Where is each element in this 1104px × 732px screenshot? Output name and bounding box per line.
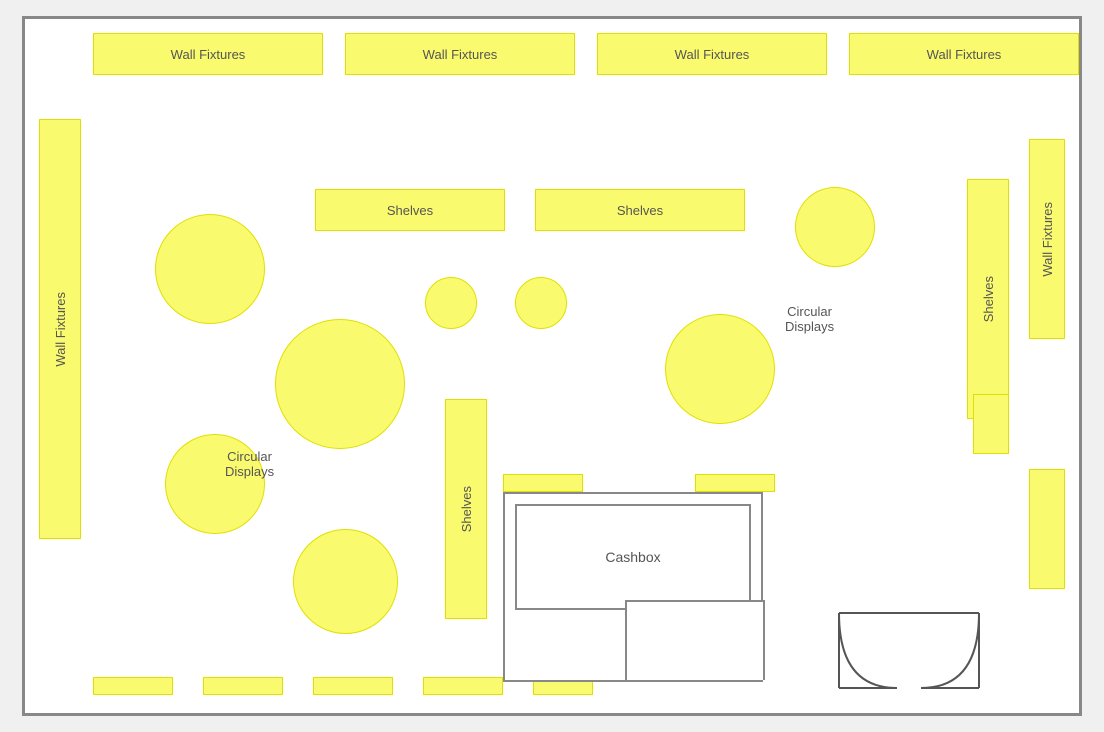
circular-display-4: [293, 529, 398, 634]
wall-fixture-right-bottom: [1029, 469, 1065, 589]
shelf-cashbox-right: [695, 474, 775, 492]
circular-displays-label-right: CircularDisplays: [785, 304, 834, 334]
wall-fixture-right-top: Wall Fixtures: [1029, 139, 1065, 339]
circular-display-8: [665, 314, 775, 424]
circular-displays-label-left: CircularDisplays: [225, 449, 274, 479]
wall-fixture-bottom-2: [203, 677, 283, 695]
shelf-top-right: Shelves: [535, 189, 745, 231]
wall-fixture-top-1: Wall Fixtures: [93, 33, 323, 75]
door-area: [829, 603, 989, 693]
shelf-top-left: Shelves: [315, 189, 505, 231]
circular-display-1: [155, 214, 265, 324]
wall-fixture-bottom-3: [313, 677, 393, 695]
wall-fixture-top-2: Wall Fixtures: [345, 33, 575, 75]
cashbox-inner: Cashbox: [515, 504, 751, 610]
wall-fixture-left: Wall Fixtures: [39, 119, 81, 539]
wall-fixture-top-3: Wall Fixtures: [597, 33, 827, 75]
floor-plan: Wall Fixtures Wall Fixtures Wall Fixture…: [22, 16, 1082, 716]
wall-fixture-bottom-1: [93, 677, 173, 695]
wall-fixture-bottom-4: [423, 677, 503, 695]
circular-display-6: [515, 277, 567, 329]
circular-display-5: [425, 277, 477, 329]
circular-display-7: [795, 187, 875, 267]
wall-fixture-top-4: Wall Fixtures: [849, 33, 1079, 75]
cashbox-side: [625, 600, 765, 680]
shelf-mid-vertical: Shelves: [445, 399, 487, 619]
shelf-cashbox-left: [503, 474, 583, 492]
shelf-right-vertical: Shelves: [967, 179, 1009, 419]
cashbox-area: Cashbox: [503, 492, 763, 682]
wall-fixture-right-small: [973, 394, 1009, 454]
circular-display-2: [275, 319, 405, 449]
